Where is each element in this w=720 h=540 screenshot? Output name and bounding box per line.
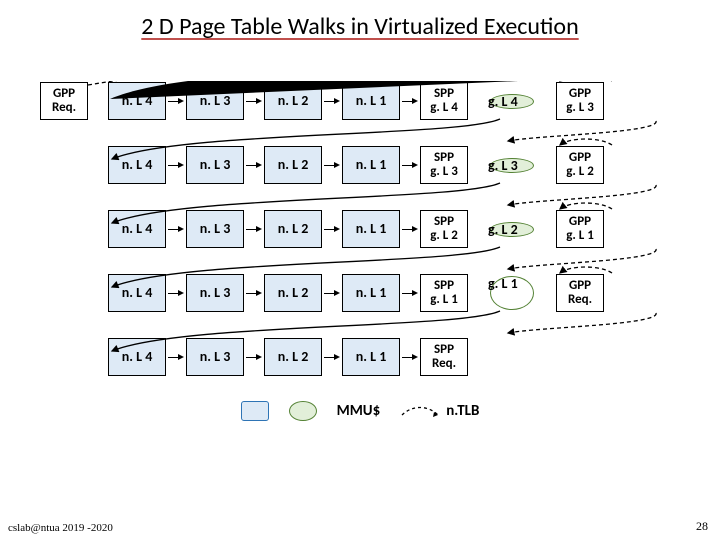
spacer bbox=[88, 293, 108, 294]
walk-row-3: n. L 4 n. L 3 n. L 2 n. L 1 SPP g. L 1 g… bbox=[40, 273, 680, 313]
spp-gl3-box: SPP g. L 3 bbox=[420, 146, 468, 184]
arrow-right-icon bbox=[322, 357, 342, 358]
spacer bbox=[468, 165, 488, 166]
n-l1-box: n. L 1 bbox=[342, 146, 400, 184]
n-l4-box: n. L 4 bbox=[108, 82, 166, 120]
n-l3-box: n. L 3 bbox=[186, 210, 244, 248]
arrow-right-icon bbox=[400, 229, 420, 230]
page-table-walk-diagram: GPP Req. n. L 4 n. L 3 n. L 2 n. L 1 SPP… bbox=[40, 81, 680, 421]
gpp-gl3-box: GPP g. L 3 bbox=[556, 82, 604, 120]
gpp-req-final-box: GPP Req. bbox=[556, 274, 604, 312]
n-l1-box: n. L 1 bbox=[342, 338, 400, 376]
arrow-right-icon bbox=[400, 293, 420, 294]
footer-attribution: cslab@ntua 2019 -2020 bbox=[8, 522, 113, 534]
arrow-right-icon bbox=[166, 165, 186, 166]
gpp-gl2-box: GPP g. L 2 bbox=[556, 146, 604, 184]
spacer bbox=[536, 229, 556, 230]
legend-swatch-ellipse-icon bbox=[289, 401, 317, 421]
n-l4-box: n. L 4 bbox=[108, 210, 166, 248]
legend-ntlb-label: n.TLB bbox=[446, 402, 479, 420]
arrow-right-icon bbox=[166, 293, 186, 294]
walk-row-4: n. L 4 n. L 3 n. L 2 n. L 1 SPP Req. bbox=[40, 337, 680, 377]
spacer bbox=[468, 293, 488, 294]
arrow-right-icon bbox=[244, 293, 264, 294]
spacer bbox=[88, 229, 108, 230]
arrow-right-icon bbox=[322, 293, 342, 294]
spacer bbox=[468, 101, 488, 102]
arrow-right-icon bbox=[322, 229, 342, 230]
arrow-right-icon bbox=[244, 101, 264, 102]
page-title: 2 D Page Table Walks in Virtualized Exec… bbox=[0, 0, 720, 41]
n-l2-box: n. L 2 bbox=[264, 338, 322, 376]
gpp-gl1-box: GPP g. L 1 bbox=[556, 210, 604, 248]
legend-mmu-label: MMU$ bbox=[337, 402, 381, 420]
n-l1-box: n. L 1 bbox=[342, 210, 400, 248]
walk-row-0: GPP Req. n. L 4 n. L 3 n. L 2 n. L 1 SPP… bbox=[40, 81, 680, 121]
n-l2-box: n. L 2 bbox=[264, 82, 322, 120]
n-l4-box: n. L 4 bbox=[108, 274, 166, 312]
arrow-right-icon bbox=[244, 229, 264, 230]
spp-gl4-box: SPP g. L 4 bbox=[420, 82, 468, 120]
spacer bbox=[536, 165, 556, 166]
spacer bbox=[536, 293, 556, 294]
g-l1-ellipse: g. L 1 bbox=[488, 274, 536, 312]
arrow-right-icon bbox=[244, 357, 264, 358]
arrow-right-icon bbox=[400, 357, 420, 358]
arrow-right-icon bbox=[322, 101, 342, 102]
n-l3-box: n. L 3 bbox=[186, 338, 244, 376]
spacer bbox=[88, 357, 108, 358]
n-l3-box: n. L 3 bbox=[186, 82, 244, 120]
spp-req-box: SPP Req. bbox=[420, 338, 468, 376]
g-l3-ellipse: g. L 3 bbox=[488, 156, 536, 175]
arrow-right-icon bbox=[166, 101, 186, 102]
spacer bbox=[88, 165, 108, 166]
arrow-right-icon bbox=[166, 357, 186, 358]
arrow-right-icon bbox=[244, 165, 264, 166]
arrow-right-icon bbox=[400, 101, 420, 102]
n-l3-box: n. L 3 bbox=[186, 274, 244, 312]
legend: MMU$ n.TLB bbox=[40, 401, 680, 421]
arrow-right-icon bbox=[166, 229, 186, 230]
g-l4-ellipse: g. L 4 bbox=[488, 92, 536, 111]
n-l2-box: n. L 2 bbox=[264, 146, 322, 184]
spacer bbox=[468, 229, 488, 230]
spacer bbox=[88, 101, 108, 102]
arrow-right-icon bbox=[322, 165, 342, 166]
n-l3-box: n. L 3 bbox=[186, 146, 244, 184]
n-l2-box: n. L 2 bbox=[264, 274, 322, 312]
slide-number: 28 bbox=[696, 519, 708, 534]
walk-row-1: n. L 4 n. L 3 n. L 2 n. L 1 SPP g. L 3 g… bbox=[40, 145, 680, 185]
n-l1-box: n. L 1 bbox=[342, 274, 400, 312]
walk-row-2: n. L 4 n. L 3 n. L 2 n. L 1 SPP g. L 2 g… bbox=[40, 209, 680, 249]
spp-gl1-box: SPP g. L 1 bbox=[420, 274, 468, 312]
g-l2-ellipse: g. L 2 bbox=[488, 220, 536, 239]
arrow-right-icon bbox=[400, 165, 420, 166]
legend-dashed-arrow-icon bbox=[400, 403, 440, 419]
gpp-req-box: GPP Req. bbox=[40, 82, 88, 120]
n-l1-box: n. L 1 bbox=[342, 82, 400, 120]
spp-gl2-box: SPP g. L 2 bbox=[420, 210, 468, 248]
legend-swatch-box-icon bbox=[241, 401, 269, 421]
n-l4-box: n. L 4 bbox=[108, 146, 166, 184]
n-l4-box: n. L 4 bbox=[108, 338, 166, 376]
spacer bbox=[536, 101, 556, 102]
n-l2-box: n. L 2 bbox=[264, 210, 322, 248]
